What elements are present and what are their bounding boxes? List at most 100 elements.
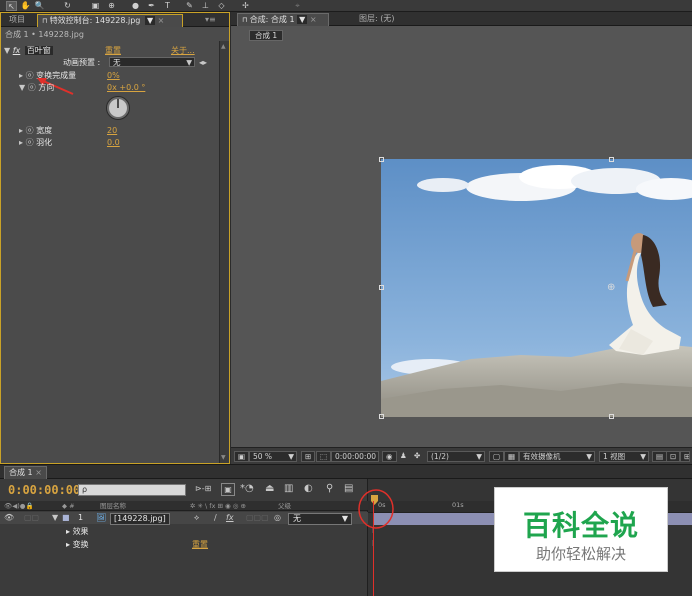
layer-name[interactable]: [149228.jpg] — [110, 513, 170, 525]
effect-about-link[interactable]: 关于... — [171, 45, 195, 56]
snapshot-icon[interactable]: ◉ — [382, 451, 397, 462]
brainstorm-icon[interactable]: ▤ — [344, 483, 353, 494]
twirl-open-icon[interactable]: ▼ — [52, 512, 58, 524]
dropdown-icon[interactable]: ▼ — [144, 16, 156, 25]
tab-layer[interactable]: 图层: (无) — [355, 13, 398, 26]
prop-value-direction[interactable]: 0x +0.0 ° — [107, 82, 145, 93]
close-icon[interactable]: × — [35, 468, 42, 477]
layer-transform-group[interactable]: ▸ 变换 — [66, 539, 89, 550]
prop-value-width[interactable]: 20 — [107, 125, 117, 136]
prop-value-transition-completion[interactable]: 0% — [107, 70, 120, 81]
always-preview-icon[interactable]: ▣ — [234, 451, 250, 462]
scroll-down-icon[interactable]: ▼ — [221, 454, 226, 461]
red-circle-annotation-icon — [358, 489, 394, 529]
comp-viewer[interactable]: ⊕ — [231, 42, 692, 447]
transparency-grid-icon[interactable]: ▦ — [504, 451, 520, 462]
effect-panel-scrollbar[interactable]: ▲ ▼ — [219, 41, 229, 463]
preset-select[interactable]: 无 ▼ — [109, 57, 195, 67]
bbox-handle-bottom-left[interactable] — [379, 414, 384, 419]
brush-tool-icon[interactable]: ✎ — [184, 1, 195, 11]
timeline-search-input[interactable]: ρ — [78, 484, 186, 496]
mask-visibility-icon[interactable]: ⬚ — [316, 451, 332, 462]
eraser-tool-icon[interactable]: ◇ — [216, 1, 227, 11]
bbox-handle-mid-left[interactable] — [379, 285, 384, 290]
prop-value-feather[interactable]: 0.0 — [107, 137, 120, 148]
bbox-handle-bottom-mid[interactable] — [609, 414, 614, 419]
angle-dial[interactable] — [105, 95, 131, 121]
label-color-icon[interactable]: ■ — [62, 512, 70, 524]
toggle-pixel-aspect-icon[interactable]: ▤ — [652, 451, 668, 462]
dropdown-icon[interactable]: ▼ — [297, 15, 308, 24]
views-select[interactable]: 1 视图 ▼ — [599, 451, 649, 462]
timeline-timecode[interactable]: 0:00:00:00 — [8, 483, 80, 497]
comp-mini-flowchart-icon[interactable]: ⊳-⊞ — [195, 484, 211, 493]
text-tool-icon[interactable]: T — [162, 1, 173, 11]
col-source-name[interactable]: 图层名称 — [100, 501, 126, 511]
zoom-select[interactable]: 50 % ▼ — [249, 451, 297, 462]
hand-tool-icon[interactable]: ✋ — [20, 1, 31, 11]
clone-stamp-tool-icon[interactable]: ⊥ — [200, 1, 211, 11]
live-update-icon[interactable]: ▣ — [221, 483, 235, 496]
eye-icon[interactable]: 👁 — [4, 512, 14, 524]
layer-effects-group[interactable]: ▸ 效果 — [66, 526, 89, 537]
collapse-switch-icon[interactable]: ⟡ — [194, 512, 199, 524]
panel-menu-icon[interactable]: ▾≡ — [201, 14, 220, 27]
solo-box[interactable]: ▢▢ — [24, 512, 39, 524]
pin-tool-icon[interactable]: ⌖ — [292, 1, 303, 11]
twirl-open-icon[interactable]: ▼ — [19, 83, 25, 92]
show-snapshot-icon[interactable]: ♟ — [397, 451, 410, 462]
bbox-handle-top-mid[interactable] — [609, 157, 614, 162]
camera-select[interactable]: 有效摄像机 ▼ — [519, 451, 595, 462]
pan-behind-tool-icon[interactable]: ⊕ — [106, 1, 117, 11]
twirl-open-icon[interactable]: ▼ — [4, 46, 10, 55]
fx-icon[interactable]: fx — [13, 46, 21, 55]
comp-breadcrumb[interactable]: 合成 1 — [249, 30, 284, 41]
stopwatch-icon[interactable]: ⓞ — [26, 126, 34, 135]
timecode-display[interactable]: 0:00:00:00 — [331, 451, 379, 462]
close-icon[interactable]: × — [158, 16, 165, 25]
pen-tool-icon[interactable]: ✒ — [146, 1, 157, 11]
close-icon[interactable]: × — [310, 15, 317, 24]
effect-name[interactable]: 百叶窗 — [24, 46, 53, 55]
transform-reset-link[interactable]: 重置 — [192, 539, 208, 550]
effect-switch-icon[interactable]: fx — [226, 512, 234, 524]
stopwatch-icon[interactable]: ⓞ — [26, 138, 34, 147]
twirl-closed-icon[interactable]: ▸ — [19, 138, 23, 147]
twirl-closed-icon[interactable]: ▸ — [19, 71, 23, 80]
frame-blending-icon[interactable]: ▥ — [284, 483, 293, 494]
selection-tool-icon[interactable]: ↖ — [6, 1, 17, 11]
quality-switch-icon[interactable]: ∕ — [214, 512, 217, 524]
tab-composition[interactable]: ⊓ 合成: 合成 1 ▼ × — [237, 13, 329, 26]
puppet-tool-icon[interactable]: ✢ — [240, 1, 251, 11]
parent-pickwhip-icon[interactable]: ◎ — [274, 512, 281, 524]
fast-preview-icon[interactable]: ⊡ — [666, 451, 681, 462]
layer-row[interactable]: 👁 ▢▢ ▼ ■ 1 🖼 [149228.jpg] ⟡ ∕ fx ▢▢▢ ◎ 无… — [0, 512, 368, 525]
camera-tool-icon[interactable]: ▣ — [90, 1, 101, 11]
switch-boxes[interactable]: ▢▢▢ — [246, 512, 269, 524]
hide-shy-layers-icon[interactable]: ⏏ — [265, 483, 274, 494]
graph-editor-icon[interactable]: ⚲ — [326, 483, 333, 494]
stopwatch-icon[interactable]: ⓞ — [28, 83, 36, 92]
zoom-tool-icon[interactable]: 🔍 — [34, 1, 45, 11]
col-parent[interactable]: 父级 — [278, 501, 291, 511]
bbox-handle-top-left[interactable] — [379, 157, 384, 162]
safe-margins-icon[interactable]: ⊞ — [301, 451, 316, 462]
parent-select[interactable]: 无 ▼ — [288, 513, 352, 525]
effect-reset-link[interactable]: 重置 — [105, 45, 121, 56]
stopwatch-icon[interactable]: ⓞ — [26, 71, 34, 80]
tab-effect-controls[interactable]: ⊓ 特效控制台: 149228.jpg ▼ × — [37, 14, 183, 27]
draft-3d-icon[interactable]: *◔ — [240, 483, 254, 494]
motion-blur-icon[interactable]: ◐ — [304, 483, 313, 494]
flowchart-icon[interactable]: ⊞ — [680, 451, 690, 462]
tab-project[interactable]: 项目 — [5, 14, 29, 27]
region-of-interest-icon[interactable]: ▢ — [489, 451, 505, 462]
shape-tool-icon[interactable]: ● — [130, 1, 141, 11]
tab-timeline-comp[interactable]: 合成 1 × — [4, 466, 47, 479]
rotate-tool-icon[interactable]: ↻ — [62, 1, 73, 11]
resolution-select[interactable]: (1/2) ▼ — [427, 451, 485, 462]
anchor-point-icon[interactable]: ⊕ — [607, 282, 615, 293]
scroll-up-icon[interactable]: ▲ — [221, 43, 226, 50]
preset-nav-icon[interactable]: ◂▸ — [199, 57, 207, 68]
twirl-closed-icon[interactable]: ▸ — [19, 126, 23, 135]
color-channel-icon[interactable]: ✤ — [411, 451, 423, 462]
